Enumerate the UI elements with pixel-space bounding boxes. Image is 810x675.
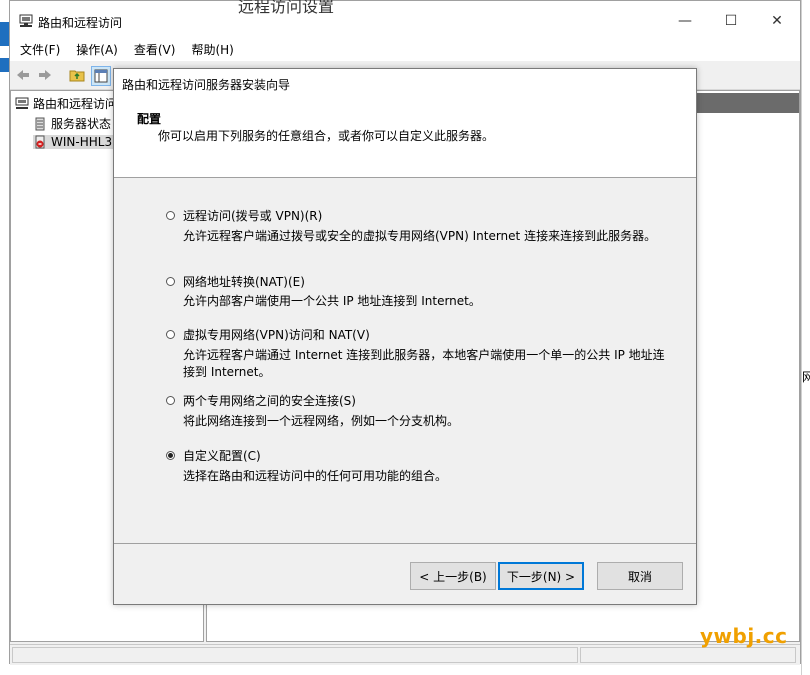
background-partial-title: 远程访问设置	[238, 0, 335, 16]
main-window-title: 路由和远程访问	[38, 16, 123, 30]
wizard-page-subtitle: 你可以启用下列服务的任意组合，或者你可以自定义此服务器。	[158, 129, 495, 143]
option-description: 允许远程客户端通过拨号或安全的虚拟专用网络(VPN) Internet 连接来连…	[183, 229, 657, 243]
tree-item-label: WIN-HHL3	[51, 135, 113, 149]
status-cell-secondary	[580, 647, 796, 663]
rras-app-icon	[19, 14, 33, 27]
close-button[interactable]: ✕	[754, 7, 800, 35]
wizard-header: 配置 你可以启用下列服务的任意组合，或者你可以自定义此服务器。	[114, 95, 696, 178]
option-description: 将此网络连接到一个远程网络，例如一个分支机构。	[183, 414, 460, 428]
minimize-button[interactable]: —	[662, 7, 708, 35]
show-hide-console-tree-icon[interactable]	[91, 66, 111, 86]
background-edge-char: 网	[802, 370, 810, 384]
option-label: 网络地址转换(NAT)(E)	[183, 275, 305, 289]
background-window-edge	[0, 0, 9, 675]
server-status-icon	[35, 117, 45, 130]
option-label: 自定义配置(C)	[183, 449, 261, 463]
status-bar	[10, 644, 800, 665]
menu-help[interactable]: 帮助(H)	[187, 41, 239, 61]
tree-root-rras[interactable]: 路由和远程访问	[15, 95, 117, 112]
option-secure-connection[interactable]: 两个专用网络之间的安全连接(S)	[166, 392, 356, 409]
wizard-separator	[114, 543, 696, 544]
menu-file[interactable]: 文件(F)	[16, 41, 66, 61]
status-cell-main	[12, 647, 578, 663]
maximize-button[interactable]: ☐	[708, 7, 754, 35]
menu-action[interactable]: 操作(A)	[72, 41, 124, 61]
option-description-cont: 接到 Internet。	[183, 365, 271, 379]
option-radio-selected[interactable]	[166, 451, 175, 460]
option-radio[interactable]	[166, 277, 175, 286]
option-description: 选择在路由和远程访问中的任何可用功能的组合。	[183, 469, 448, 483]
back-button[interactable]: < 上一步(B)	[410, 562, 496, 590]
option-label: 远程访问(拨号或 VPN)(R)	[183, 209, 323, 223]
forward-arrow-icon[interactable]	[36, 66, 54, 84]
up-folder-icon[interactable]	[68, 66, 86, 84]
server-stopped-icon	[35, 135, 45, 149]
option-label: 虚拟专用网络(VPN)访问和 NAT(V)	[183, 328, 370, 342]
cancel-button[interactable]: 取消	[597, 562, 683, 590]
next-button[interactable]: 下一步(N) >	[498, 562, 584, 590]
tree-item-label: 服务器状态	[51, 117, 112, 131]
option-nat[interactable]: 网络地址转换(NAT)(E)	[166, 273, 305, 290]
tree-item-server-status[interactable]: 服务器状态	[33, 115, 111, 132]
wizard-page-title: 配置	[137, 112, 162, 126]
option-description: 允许远程客户端通过 Internet 连接到此服务器，本地客户端使用一个单一的公…	[183, 348, 665, 362]
wizard-title: 路由和远程访问服务器安装向导	[122, 78, 291, 92]
watermark: ywbj.cc	[700, 624, 788, 648]
main-titlebar: 路由和远程访问 远程访问设置 — ☐ ✕	[10, 0, 800, 41]
wizard-titlebar: 路由和远程访问服务器安装向导	[114, 69, 696, 95]
option-custom-configuration[interactable]: 自定义配置(C)	[166, 447, 261, 464]
option-radio[interactable]	[166, 330, 175, 339]
option-description: 允许内部客户端使用一个公共 IP 地址连接到 Internet。	[183, 294, 481, 308]
option-radio[interactable]	[166, 211, 175, 220]
menu-bar: 文件(F) 操作(A) 查看(V) 帮助(H)	[10, 41, 800, 61]
tree-item-server[interactable]: WIN-HHL3	[33, 135, 117, 149]
rras-setup-wizard-dialog: 路由和远程访问服务器安装向导 配置 你可以启用下列服务的任意组合，或者你可以自定…	[113, 68, 697, 605]
option-label: 两个专用网络之间的安全连接(S)	[183, 394, 356, 408]
tree-root-label: 路由和远程访问	[33, 97, 118, 111]
option-remote-access[interactable]: 远程访问(拨号或 VPN)(R)	[166, 207, 322, 224]
menu-view[interactable]: 查看(V)	[130, 41, 182, 61]
option-radio[interactable]	[166, 396, 175, 405]
option-vpn-and-nat[interactable]: 虚拟专用网络(VPN)访问和 NAT(V)	[166, 326, 370, 343]
background-window-edge-right: 网	[801, 0, 810, 675]
rras-tree-icon	[15, 97, 29, 109]
back-arrow-icon[interactable]	[14, 66, 32, 84]
